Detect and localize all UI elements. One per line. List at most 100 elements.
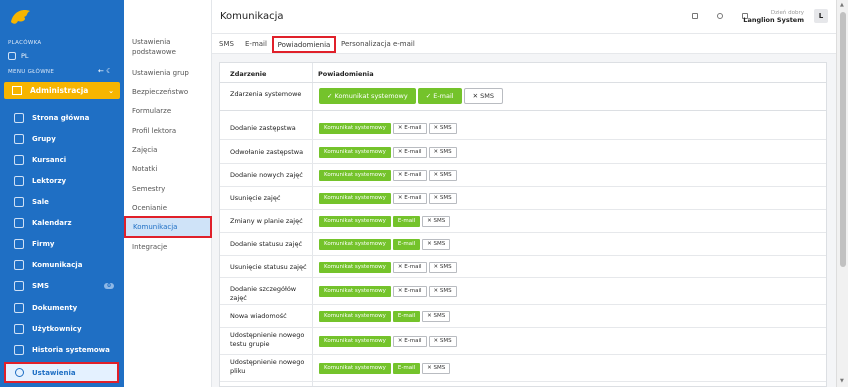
- submenu-ustawienia-grup[interactable]: Ustawienia grup: [132, 68, 189, 78]
- toggle-system-message[interactable]: Komunikat systemowy: [319, 193, 391, 204]
- table-row: Odwołanie zastępstwa Komunikat systemowy ✕…: [220, 141, 826, 164]
- sidebar-item-sms[interactable]: SMS 0: [0, 277, 124, 295]
- toggle-sms[interactable]: ✕ SMS: [428, 193, 457, 204]
- toggle-email[interactable]: E-mail: [392, 311, 421, 322]
- sidebar-item-label: Dokumenty: [32, 304, 78, 312]
- toggle-system-message[interactable]: Komunikat systemowy: [319, 363, 391, 374]
- submenu-zajecia[interactable]: Zajęcia: [132, 145, 157, 155]
- toggle-sms[interactable]: ✕ SMS: [422, 363, 451, 374]
- toggle-label: SMS: [433, 313, 446, 319]
- building-icon: [8, 52, 16, 60]
- sidebar-item-historia[interactable]: Historia systemowa: [0, 341, 124, 359]
- megaphone-icon[interactable]: [717, 13, 723, 19]
- toggle-sms[interactable]: ✕ SMS: [428, 123, 457, 134]
- submenu-formularze[interactable]: Formularze: [132, 106, 171, 116]
- sidebar-item-firmy[interactable]: Firmy: [0, 235, 124, 253]
- toggle-system-message[interactable]: Komunikat systemowy: [319, 170, 391, 181]
- toggle-label: SMS: [433, 218, 446, 224]
- submenu-notatki[interactable]: Notatki: [132, 164, 157, 174]
- companies-icon: [14, 239, 24, 249]
- toggle-email[interactable]: ✕ E-mail: [392, 147, 427, 158]
- scrollbar-thumb[interactable]: [840, 12, 846, 267]
- toggle-sms[interactable]: ✕ SMS: [422, 311, 451, 322]
- tab-powiadomienia[interactable]: Powiadomienia: [272, 36, 336, 53]
- page-title: Komunikacja: [220, 11, 284, 22]
- toggle-system-message[interactable]: Komunikat systemowy: [319, 286, 391, 297]
- toggle-email[interactable]: E-mail: [392, 216, 421, 227]
- sidebar-item-grupy[interactable]: Grupy: [0, 130, 124, 148]
- toggle-label: SMS: [439, 288, 452, 294]
- toggle-system-message[interactable]: Komunikat systemowy: [319, 123, 391, 134]
- toggle-label: Komunikat systemowy: [324, 195, 386, 201]
- toggle-sms[interactable]: ✕ SMS: [422, 216, 451, 227]
- table-row: Usunięcie statusu zajęć Komunikat systemo…: [220, 256, 826, 278]
- toggle-system-message[interactable]: Komunikat systemowy: [319, 239, 391, 250]
- sidebar-item-lektorzy[interactable]: Lektorzy: [0, 172, 124, 190]
- toggle-system-message[interactable]: Komunikat systemowy: [319, 147, 391, 158]
- collapse-menu-icon[interactable]: ← ☾: [98, 67, 112, 75]
- tab-personalizacja[interactable]: Personalizacja e-mail: [341, 40, 415, 48]
- sidebar-item-ustawienia[interactable]: Ustawienia: [4, 362, 119, 383]
- sidebar-item-dokumenty[interactable]: Dokumenty: [0, 299, 124, 317]
- submenu-ustawienia-podstawowe[interactable]: Ustawienia podstawowe: [132, 37, 192, 57]
- toggle-email[interactable]: E-mail: [392, 363, 421, 374]
- toggle-system-message[interactable]: Komunikat systemowy: [319, 262, 391, 273]
- toggle-sms[interactable]: ✕ SMS: [428, 336, 457, 347]
- toggle-system-message[interactable]: Komunikat systemowy: [319, 311, 391, 322]
- toggle-email[interactable]: ✕ E-mail: [392, 336, 427, 347]
- toggle-system-message[interactable]: Komunikat systemowy: [319, 336, 391, 347]
- sidebar-item-administracja[interactable]: Administracja ⌄: [4, 82, 120, 99]
- toggle-email[interactable]: E-mail: [392, 239, 421, 250]
- toggle-sms[interactable]: ✕ SMS: [428, 147, 457, 158]
- toggle-system-message[interactable]: Komunikat systemowy: [319, 216, 391, 227]
- sidebar-item-kursanci[interactable]: Kursanci: [0, 151, 124, 169]
- toggle-label: Komunikat systemowy: [324, 172, 386, 178]
- sidebar-item-uzytkownicy[interactable]: Użytkownicy: [0, 320, 124, 338]
- col-event-header: Zdarzenie: [230, 70, 267, 78]
- toggle-sms[interactable]: ✕ SMS: [463, 88, 503, 104]
- sidebar-item-kalendarz[interactable]: Kalendarz: [0, 214, 124, 232]
- toggle-email[interactable]: ✕ E-mail: [392, 262, 427, 273]
- tab-sms[interactable]: SMS: [219, 40, 234, 48]
- submenu-integracje[interactable]: Integracje: [132, 242, 167, 252]
- scroll-down-icon[interactable]: ▼: [840, 378, 844, 384]
- toggle-label: Komunikat systemowy: [324, 241, 386, 247]
- sidebar-item-strona-glowna[interactable]: Strona główna: [0, 109, 124, 127]
- toggle-email[interactable]: ✕ E-mail: [392, 193, 427, 204]
- avatar[interactable]: L: [814, 9, 828, 23]
- toggle-label: E-mail: [397, 218, 416, 224]
- toggle-label: E-mail: [397, 241, 416, 247]
- submenu-profil-lektora[interactable]: Profil lektora: [132, 126, 176, 136]
- row-label: Zdarzenia systemowe: [230, 90, 302, 98]
- toggle-sms[interactable]: ✕ SMS: [428, 170, 457, 181]
- toggle-email[interactable]: ✓ E-mail: [417, 88, 462, 104]
- branch-selector[interactable]: PL: [0, 49, 124, 63]
- toggle-label: SMS: [439, 338, 452, 344]
- sidebar-item-komunikacja[interactable]: Komunikacja: [0, 256, 124, 274]
- toggle-sms[interactable]: ✕ SMS: [422, 239, 451, 250]
- toggle-sms[interactable]: ✕ SMS: [428, 262, 457, 273]
- toggle-label: Komunikat systemowy: [324, 288, 386, 294]
- table-row: Udostępnienie nowego testu grupie Komunik…: [220, 328, 826, 355]
- scroll-up-icon[interactable]: ▲: [840, 2, 844, 8]
- page-scrollbar[interactable]: ▲ ▼: [836, 0, 848, 387]
- row-label: Dodanie szczegółów zajęć: [230, 285, 297, 302]
- toggle-sms[interactable]: ✕ SMS: [428, 286, 457, 297]
- row-label: Udostępnienie nowego testu grupie: [230, 331, 305, 348]
- tab-email[interactable]: E-mail: [245, 40, 267, 48]
- submenu-komunikacja[interactable]: Komunikacja: [124, 216, 212, 238]
- home-icon: [14, 113, 24, 123]
- submenu-ocenianie[interactable]: Ocenianie: [132, 203, 167, 213]
- toggle-email[interactable]: ✕ E-mail: [392, 286, 427, 297]
- admin-label: Administracja: [30, 86, 89, 95]
- submenu-bezpieczenstwo[interactable]: Bezpieczeństwo: [132, 87, 188, 97]
- row-label: Odwołanie zastępstwa: [230, 148, 304, 156]
- sidebar-item-sale[interactable]: Sale: [0, 193, 124, 211]
- toggle-email[interactable]: ✕ E-mail: [392, 170, 427, 181]
- toggle-system-message[interactable]: ✓ Komunikat systemowy: [319, 88, 416, 104]
- submenu-semestry[interactable]: Semestry: [132, 184, 165, 194]
- lion-logo[interactable]: [8, 6, 34, 28]
- toggle-email[interactable]: ✕ E-mail: [392, 123, 427, 134]
- calendar-icon[interactable]: [692, 13, 698, 19]
- table-row: Dodanie nowych zajęć Komunikat systemowy ✕…: [220, 164, 826, 187]
